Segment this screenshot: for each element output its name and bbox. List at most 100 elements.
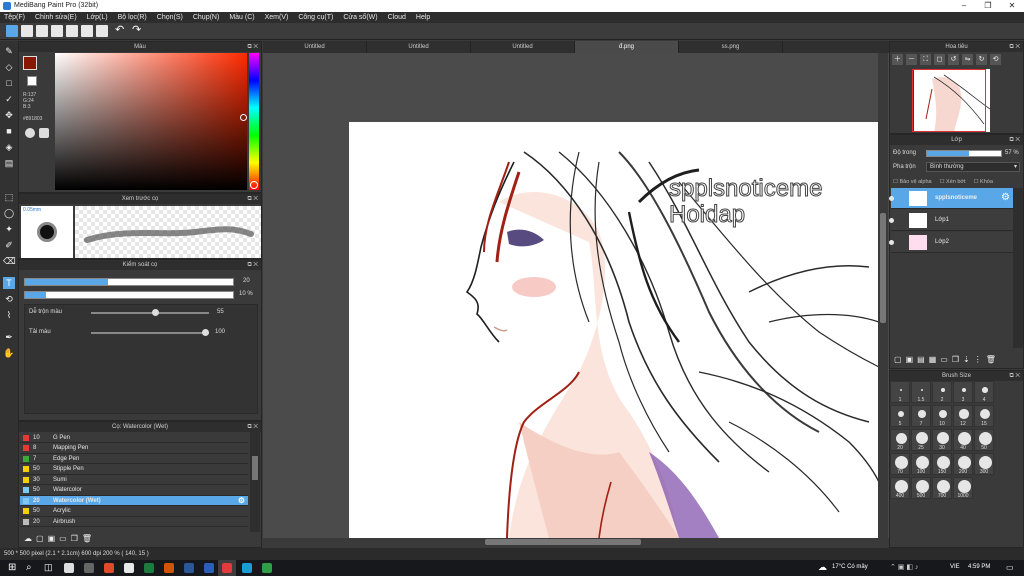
copy-brush-icon[interactable]: ❐ <box>71 534 78 546</box>
brush-size-cell[interactable]: 7 <box>911 405 931 427</box>
brush-tool-icon[interactable]: ✎ <box>3 45 15 57</box>
hue-cursor[interactable] <box>250 181 258 189</box>
restore-button[interactable]: ❐ <box>976 0 1000 12</box>
menu-cloud[interactable]: Cloud <box>388 12 406 23</box>
layer-scrollbar[interactable] <box>1013 188 1023 348</box>
brush-size-cell[interactable]: 12 <box>953 405 973 427</box>
brush-opacity-slider[interactable] <box>24 291 234 299</box>
brush-size-cell[interactable]: 25 <box>911 429 931 451</box>
lasso-tool-icon[interactable]: ◯ <box>3 207 15 219</box>
brush-size-cell[interactable]: 1.5 <box>911 381 931 403</box>
rotate-right-icon[interactable]: ↻ <box>976 54 987 65</box>
brush-size-cell[interactable]: 4 <box>974 381 994 403</box>
medibang-icon[interactable] <box>222 563 232 573</box>
layer-menu-icon[interactable]: ⋮ <box>974 355 982 364</box>
folder-icon[interactable]: ▭ <box>940 355 948 364</box>
brush-list-item[interactable]: 50 Watercolor <box>20 486 248 496</box>
flip-icon[interactable]: ⇋ <box>962 54 973 65</box>
horizontal-scrollbar[interactable] <box>263 538 889 546</box>
brush-list-item[interactable]: 20 Watercolor (Wet) ⚙ <box>20 496 248 506</box>
menu-help[interactable]: Help <box>416 12 430 23</box>
saturation-value-field[interactable] <box>55 53 247 190</box>
gear-icon[interactable]: ⚙ <box>238 496 245 505</box>
brush-size-cell[interactable]: 2 <box>932 381 952 403</box>
mix-track[interactable] <box>91 309 209 316</box>
magic-wand-icon[interactable]: ✦ <box>3 223 15 235</box>
menu-edit[interactable]: Chỉnh sửa(E) <box>35 12 77 23</box>
zalo-icon[interactable] <box>242 563 252 573</box>
new-8bit-layer-icon[interactable]: ▤ <box>917 355 925 364</box>
lock-checkbox[interactable]: ☐ Khóa <box>974 179 993 185</box>
visibility-eye-icon[interactable] <box>889 218 894 223</box>
divide-tool-icon[interactable]: ⌇ <box>3 309 15 321</box>
eyedropper-icon[interactable]: ✒ <box>3 331 15 343</box>
duplicate-layer-icon[interactable]: ❐ <box>952 355 959 364</box>
zoom-in-icon[interactable]: ＋ <box>892 54 903 65</box>
menu-select[interactable]: Chọn(S) <box>157 12 183 23</box>
brush-size-cell[interactable]: 15 <box>974 405 994 427</box>
brush-size-cell[interactable]: 500 <box>911 477 931 499</box>
brush-size-cell[interactable]: 70 <box>890 453 910 475</box>
bucket-tool-icon[interactable]: ◈ <box>3 141 15 153</box>
dot-tool-icon[interactable]: □ <box>3 77 15 89</box>
mix-handle[interactable] <box>152 309 160 316</box>
brush-size-cell[interactable]: 1 <box>890 381 910 403</box>
visibility-eye-icon[interactable] <box>889 240 894 245</box>
panel-close-icon[interactable]: ⧉ ✕ <box>247 422 258 432</box>
pen-tool-icon[interactable]: ✓ <box>3 93 15 105</box>
navigator-thumbnail[interactable] <box>912 69 991 132</box>
rotate-left-icon[interactable]: ↺ <box>948 54 959 65</box>
menu-file[interactable]: Tệp(F) <box>4 12 25 23</box>
brush-size-cell[interactable]: 1000 <box>953 477 973 499</box>
reload-track[interactable] <box>91 329 209 336</box>
canvas-workspace[interactable]: spplsnoticeme Hoidap <box>263 53 889 542</box>
brush-size-cell[interactable]: 150 <box>932 453 952 475</box>
brush-size-cell[interactable]: 40 <box>953 429 973 451</box>
browser-icon[interactable] <box>104 563 114 573</box>
drawing-canvas[interactable]: spplsnoticeme Hoidap <box>349 122 879 538</box>
app-icon[interactable] <box>262 563 272 573</box>
brush-list-item[interactable]: 20 Airbrush <box>20 517 248 527</box>
secondary-color-swatch[interactable] <box>27 76 37 86</box>
delete-layer-icon[interactable]: 🗑 <box>986 355 996 364</box>
delete-brush-icon[interactable]: 🗑 <box>82 534 92 546</box>
photos-icon[interactable] <box>184 563 194 573</box>
cloud-icon[interactable] <box>6 25 18 37</box>
brush-size-cell[interactable]: 400 <box>890 477 910 499</box>
file-explorer-icon[interactable] <box>64 563 74 573</box>
reset-view-icon[interactable]: ⟲ <box>990 54 1001 65</box>
panel-close-icon[interactable]: ⧉ ✕ <box>1009 42 1020 52</box>
grid-icon[interactable] <box>81 25 93 37</box>
eraser-tool-icon[interactable]: ◇ <box>3 61 15 73</box>
move-tool-icon[interactable]: ✥ <box>3 109 15 121</box>
navigator-viewport[interactable] <box>912 69 986 132</box>
tab-untitled-2[interactable]: Untitled <box>367 41 471 53</box>
task-view-icon[interactable]: ◫ <box>44 562 53 573</box>
tab-ss-png[interactable]: ss.png <box>679 41 783 53</box>
new-brush-icon[interactable]: ▢ <box>36 534 44 546</box>
folder-icon[interactable]: ▭ <box>59 534 67 546</box>
menu-view[interactable]: Xem(V) <box>265 12 289 23</box>
brush-size-cell[interactable]: 30 <box>932 429 952 451</box>
brush-size-cell[interactable]: 700 <box>932 477 952 499</box>
fill-rect-tool-icon[interactable]: ■ <box>3 125 15 137</box>
zoom-out-icon[interactable]: － <box>906 54 917 65</box>
brush-list-item[interactable]: 50 Stipple Pen <box>20 465 248 475</box>
merge-down-icon[interactable]: ⇣ <box>963 355 970 364</box>
brush-list-item[interactable]: 10 G Pen <box>20 433 248 443</box>
menu-layer[interactable]: Lớp(L) <box>87 12 108 23</box>
gear-icon[interactable]: ⚙ <box>1001 192 1010 203</box>
brush-size-cell[interactable]: 5 <box>890 405 910 427</box>
menu-filter[interactable]: Bộ lọc(R) <box>118 12 147 23</box>
brush-list-item[interactable]: 8 Mapping Pen <box>20 444 248 454</box>
tray-icons[interactable]: ⌃ ▣ ◧ ♪ <box>890 563 918 571</box>
brush-size-cell[interactable]: 20 <box>890 429 910 451</box>
calculator-icon[interactable] <box>84 563 94 573</box>
palette-icon[interactable] <box>25 128 35 138</box>
protect-alpha-checkbox[interactable]: ☐ Bảo vệ alpha <box>893 179 932 185</box>
brush-list-item[interactable]: 7 Edge Pen <box>20 454 248 464</box>
undo-icon[interactable]: ↶ <box>115 25 127 37</box>
menu-tools[interactable]: Công cụ(T) <box>298 12 333 23</box>
brush-size-cell[interactable]: 200 <box>953 453 973 475</box>
new-file-icon[interactable] <box>21 25 33 37</box>
